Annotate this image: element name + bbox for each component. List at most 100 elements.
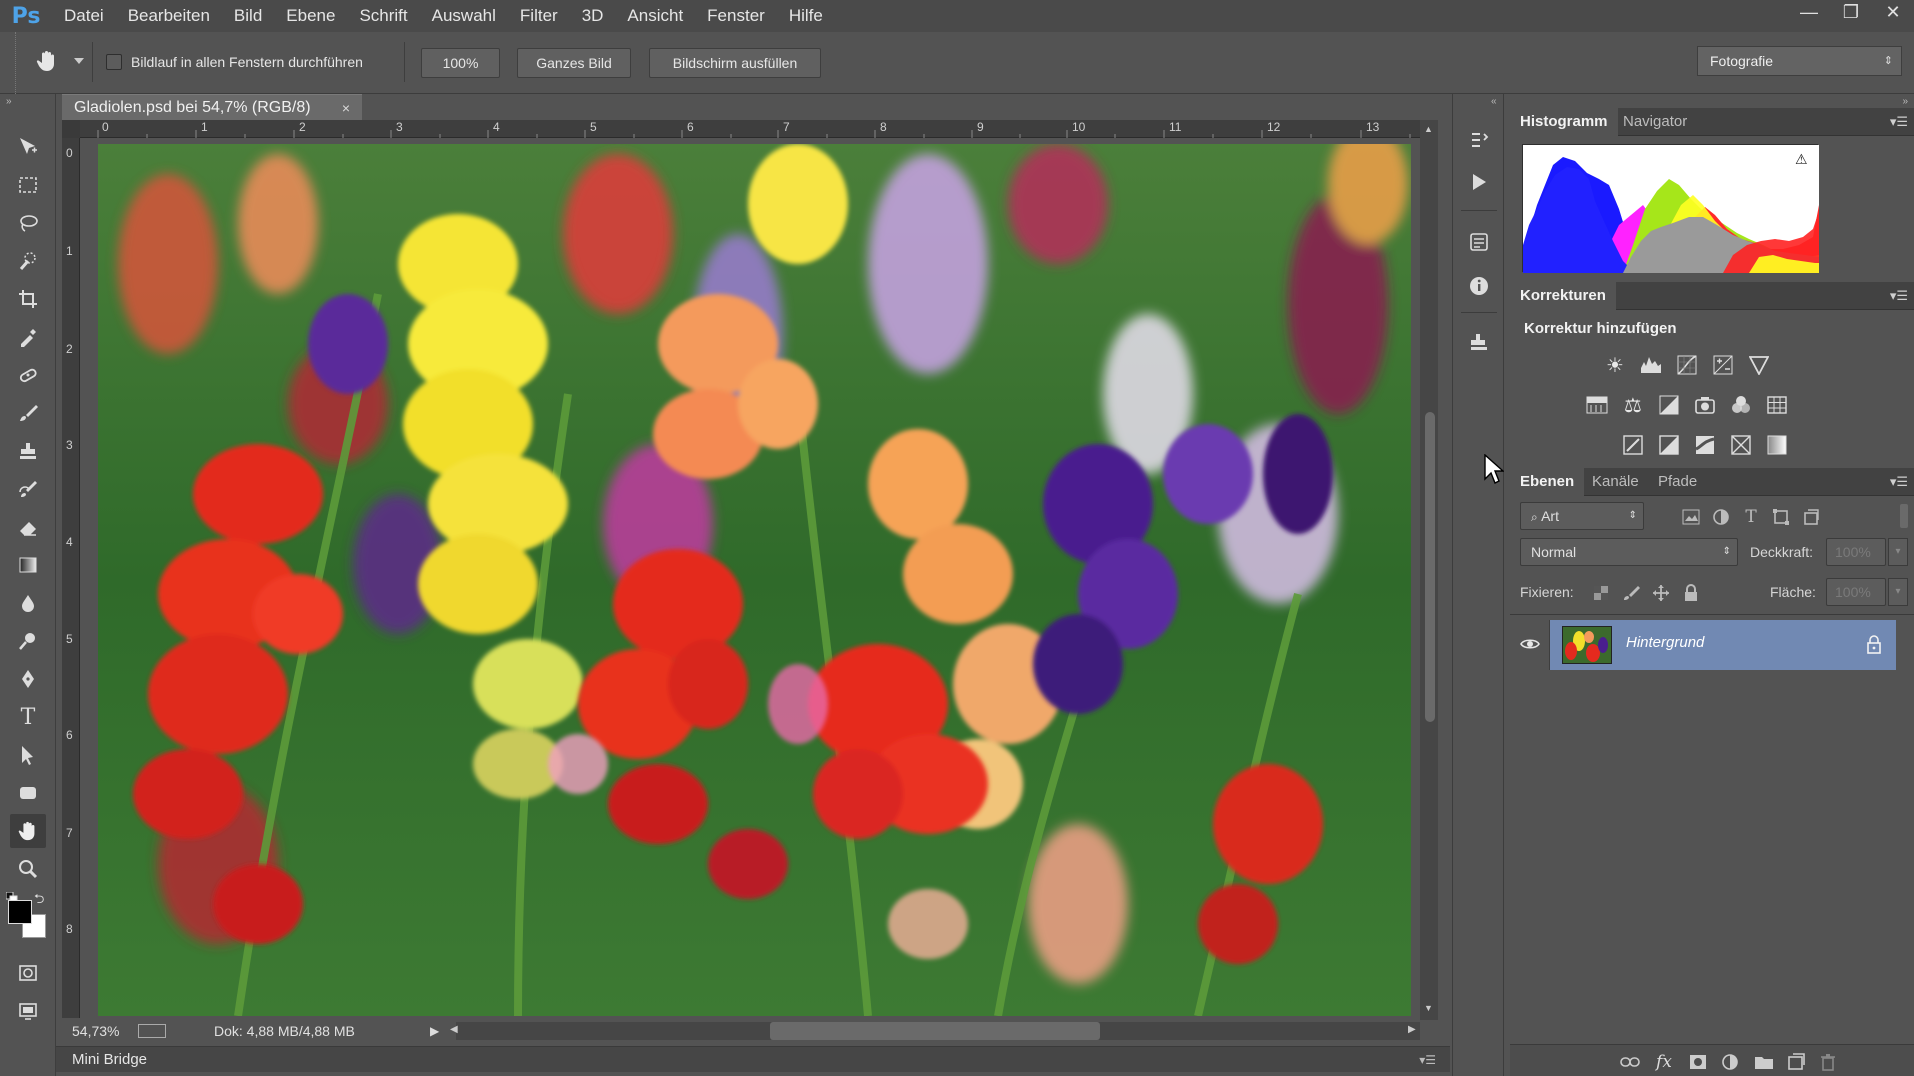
brightness-contrast-icon[interactable]: ☀: [1602, 352, 1628, 378]
lock-position-icon[interactable]: [1648, 580, 1674, 606]
pen-tool-icon[interactable]: [10, 662, 46, 696]
filter-type-layers-icon[interactable]: T: [1738, 504, 1764, 530]
menu-3d[interactable]: 3D: [570, 0, 616, 32]
ruler-origin[interactable]: [62, 120, 80, 138]
collapse-panels-icon[interactable]: »: [1902, 96, 1908, 107]
zoom-level-field[interactable]: 54,73%: [72, 1023, 132, 1039]
collapse-toolbar-icon[interactable]: »: [6, 96, 12, 107]
gradient-map-icon[interactable]: [1764, 432, 1790, 458]
history-panel-icon[interactable]: [1465, 128, 1493, 156]
foreground-color-swatch[interactable]: [8, 900, 32, 924]
tab-kanaele[interactable]: Kanäle: [1582, 468, 1649, 496]
history-brush-tool-icon[interactable]: [10, 472, 46, 506]
layer-name[interactable]: Hintergrund: [1626, 634, 1704, 651]
options-grip[interactable]: [8, 32, 16, 94]
actions-panel-icon[interactable]: [1465, 168, 1493, 196]
exposure-icon[interactable]: [1710, 352, 1736, 378]
selective-color-icon[interactable]: [1728, 432, 1754, 458]
document-canvas-image[interactable]: [98, 144, 1411, 1016]
move-tool-icon[interactable]: [10, 130, 46, 164]
hue-saturation-icon[interactable]: [1584, 392, 1610, 418]
filter-adjustment-layers-icon[interactable]: [1708, 504, 1734, 530]
fit-screen-button[interactable]: Ganzes Bild: [517, 48, 631, 78]
opacity-field[interactable]: 100%: [1826, 538, 1886, 566]
panel-menu-icon[interactable]: ▾☰: [1419, 1047, 1436, 1073]
healing-brush-tool-icon[interactable]: [10, 358, 46, 392]
horizontal-scroll-thumb[interactable]: [770, 1022, 1100, 1040]
color-lookup-icon[interactable]: [1764, 392, 1790, 418]
scroll-up-icon[interactable]: ▲: [1424, 124, 1433, 134]
cache-warning-icon[interactable]: ⚠: [1795, 151, 1813, 167]
panel-menu-icon[interactable]: ▾☰: [1890, 288, 1908, 304]
crop-tool-icon[interactable]: [10, 282, 46, 316]
hand-tool-preset-icon[interactable]: [30, 46, 64, 76]
panel-menu-icon[interactable]: ▾☰: [1890, 474, 1908, 490]
lock-image-pixels-icon[interactable]: [1618, 580, 1644, 606]
menu-filter[interactable]: Filter: [508, 0, 570, 32]
curves-icon[interactable]: [1674, 352, 1700, 378]
type-tool-icon[interactable]: T: [10, 700, 46, 734]
tab-navigator[interactable]: Navigator: [1613, 108, 1697, 136]
gradient-tool-icon[interactable]: [10, 548, 46, 582]
close-document-button[interactable]: ×: [342, 95, 350, 121]
hand-tool-icon[interactable]: [10, 814, 46, 848]
tab-ebenen[interactable]: Ebenen: [1510, 468, 1585, 496]
levels-icon[interactable]: [1638, 352, 1664, 378]
posterize-icon[interactable]: [1656, 432, 1682, 458]
layer-row[interactable]: Hintergrund: [1510, 620, 1896, 670]
filter-toggle-switch[interactable]: [1900, 504, 1908, 528]
layer-visibility-cell[interactable]: [1510, 620, 1550, 670]
collapse-dock-icon[interactable]: «: [1491, 96, 1497, 107]
info-panel-icon[interactable]: [1465, 272, 1493, 300]
fill-field[interactable]: 100%: [1826, 578, 1886, 606]
fill-screen-button[interactable]: Bildschirm ausfüllen: [649, 48, 821, 78]
menu-ansicht[interactable]: Ansicht: [615, 0, 695, 32]
status-menu-arrow-icon[interactable]: ▶: [430, 1024, 439, 1038]
blur-tool-icon[interactable]: [10, 586, 46, 620]
dodge-tool-icon[interactable]: [10, 624, 46, 658]
black-white-icon[interactable]: [1656, 392, 1682, 418]
fill-dropdown-icon[interactable]: ▾: [1888, 578, 1908, 606]
vibrance-icon[interactable]: [1746, 352, 1772, 378]
zoom-100-button[interactable]: 100%: [421, 48, 500, 78]
filter-smart-objects-icon[interactable]: [1798, 504, 1824, 530]
layer-style-fx-icon[interactable]: fx: [1652, 1051, 1676, 1073]
menu-datei[interactable]: Datei: [52, 0, 116, 32]
menu-auswahl[interactable]: Auswahl: [420, 0, 508, 32]
marquee-tool-icon[interactable]: [10, 168, 46, 202]
document-tab[interactable]: Gladiolen.psd bei 54,7% (RGB/8) ×: [62, 94, 362, 120]
invert-icon[interactable]: [1620, 432, 1646, 458]
proof-setup-icon[interactable]: [138, 1024, 166, 1038]
new-group-icon[interactable]: [1752, 1051, 1776, 1073]
path-selection-tool-icon[interactable]: [10, 738, 46, 772]
menu-schrift[interactable]: Schrift: [347, 0, 419, 32]
link-layers-icon[interactable]: [1618, 1051, 1642, 1073]
tab-korrekturen[interactable]: Korrekturen: [1510, 282, 1616, 310]
screen-mode-icon[interactable]: [10, 994, 46, 1028]
workspace-select[interactable]: Fotografie ⇕: [1697, 46, 1902, 76]
channel-mixer-icon[interactable]: [1728, 392, 1754, 418]
minimize-button[interactable]: —: [1788, 0, 1830, 24]
eraser-tool-icon[interactable]: [10, 510, 46, 544]
zoom-tool-icon[interactable]: [10, 852, 46, 886]
tab-pfade[interactable]: Pfade: [1648, 468, 1707, 496]
menu-ebene[interactable]: Ebene: [274, 0, 347, 32]
threshold-icon[interactable]: [1692, 432, 1718, 458]
photo-filter-icon[interactable]: [1692, 392, 1718, 418]
lock-transparency-icon[interactable]: [1588, 580, 1614, 606]
close-window-button[interactable]: ✕: [1872, 0, 1914, 24]
filter-pixel-layers-icon[interactable]: [1678, 504, 1704, 530]
scroll-all-windows-checkbox[interactable]: [106, 54, 122, 70]
swap-colors-icon[interactable]: ⮌: [34, 890, 44, 912]
quick-selection-tool-icon[interactable]: [10, 244, 46, 278]
ruler-vertical[interactable]: 0 1 2 3 4 5 6 7 8: [62, 120, 80, 1018]
lasso-tool-icon[interactable]: [10, 206, 46, 240]
clone-stamp-tool-icon[interactable]: [10, 434, 46, 468]
brush-tool-icon[interactable]: [10, 396, 46, 430]
scroll-right-icon[interactable]: ▶: [1408, 1024, 1416, 1035]
menu-hilfe[interactable]: Hilfe: [777, 0, 835, 32]
menu-bild[interactable]: Bild: [222, 0, 274, 32]
layer-filter-select[interactable]: ⌕ Art ⇕: [1520, 502, 1644, 530]
shape-tool-icon[interactable]: [10, 776, 46, 810]
restore-button[interactable]: ❐: [1830, 0, 1872, 24]
